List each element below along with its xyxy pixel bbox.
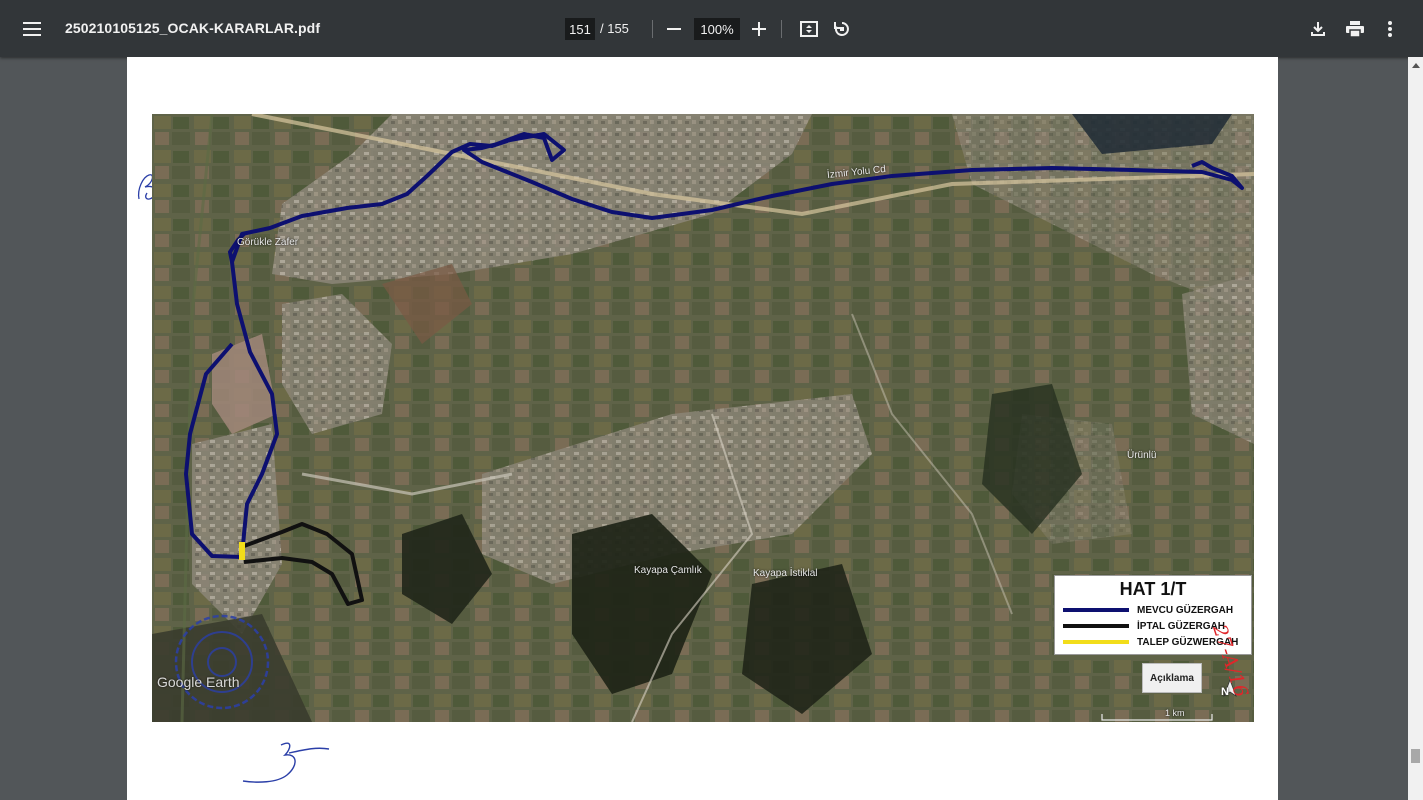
fit-page-icon [800, 21, 818, 37]
scrollbar-thumb[interactable] [1411, 749, 1420, 763]
toolbar-divider [781, 20, 782, 38]
zoom-in-button[interactable] [743, 13, 775, 45]
more-vert-icon [1388, 21, 1392, 37]
hamburger-menu-icon[interactable] [16, 13, 48, 45]
print-icon [1346, 21, 1364, 37]
pdf-page: İzmir Yolu Cd Görükle Zafer Kayapa Çamlı… [127, 57, 1278, 800]
legend-item-cancelled-route: İPTAL GÜZERGAH [1063, 619, 1225, 633]
pdf-toolbar: 250210105125_OCAK-KARARLAR.pdf / 155 [0, 0, 1423, 57]
legend-label: MEVCU GÜZERGAH [1137, 604, 1234, 616]
print-button[interactable] [1339, 13, 1371, 45]
place-label-gorukle: Görükle Zafer [237, 237, 299, 248]
legend-swatch-yellow [1063, 640, 1129, 644]
legend-swatch-blue [1063, 608, 1129, 612]
minus-icon [667, 28, 681, 30]
place-label-kayapa-camlik: Kayapa Çamlık [634, 565, 702, 576]
vertical-scrollbar[interactable] [1408, 57, 1423, 800]
rotate-icon [834, 22, 849, 36]
google-earth-watermark: Google Earth [157, 674, 240, 690]
zoom-out-button[interactable] [658, 13, 690, 45]
toolbar-divider [652, 20, 653, 38]
download-icon [1311, 22, 1325, 36]
legend-item-current-route: MEVCU GÜZERGAH [1063, 603, 1233, 617]
satellite-map-image: İzmir Yolu Cd Görükle Zafer Kayapa Çamlı… [152, 114, 1254, 722]
place-label-urunlu: Ürünlü [1127, 450, 1157, 461]
legend-swatch-black [1063, 624, 1129, 628]
aciklama-button[interactable]: Açıklama [1142, 663, 1202, 693]
page-count: / 155 [600, 21, 629, 36]
scroll-up-arrow-icon[interactable] [1412, 63, 1420, 68]
page-number-input[interactable] [565, 18, 595, 40]
legend-title: HAT 1/T [1119, 579, 1187, 599]
scale-bar-label: 1 km [1165, 708, 1185, 718]
document-title: 250210105125_OCAK-KARARLAR.pdf [65, 20, 321, 36]
download-button[interactable] [1302, 13, 1334, 45]
plus-icon [752, 22, 766, 36]
handwritten-signature [242, 742, 330, 783]
rotate-button[interactable] [826, 13, 858, 45]
more-actions-button[interactable] [1374, 13, 1406, 45]
fit-page-button[interactable] [793, 13, 825, 45]
zoom-input[interactable] [694, 18, 740, 40]
place-label-kayapa-istiklal: Kayapa İstiklal [753, 568, 818, 579]
